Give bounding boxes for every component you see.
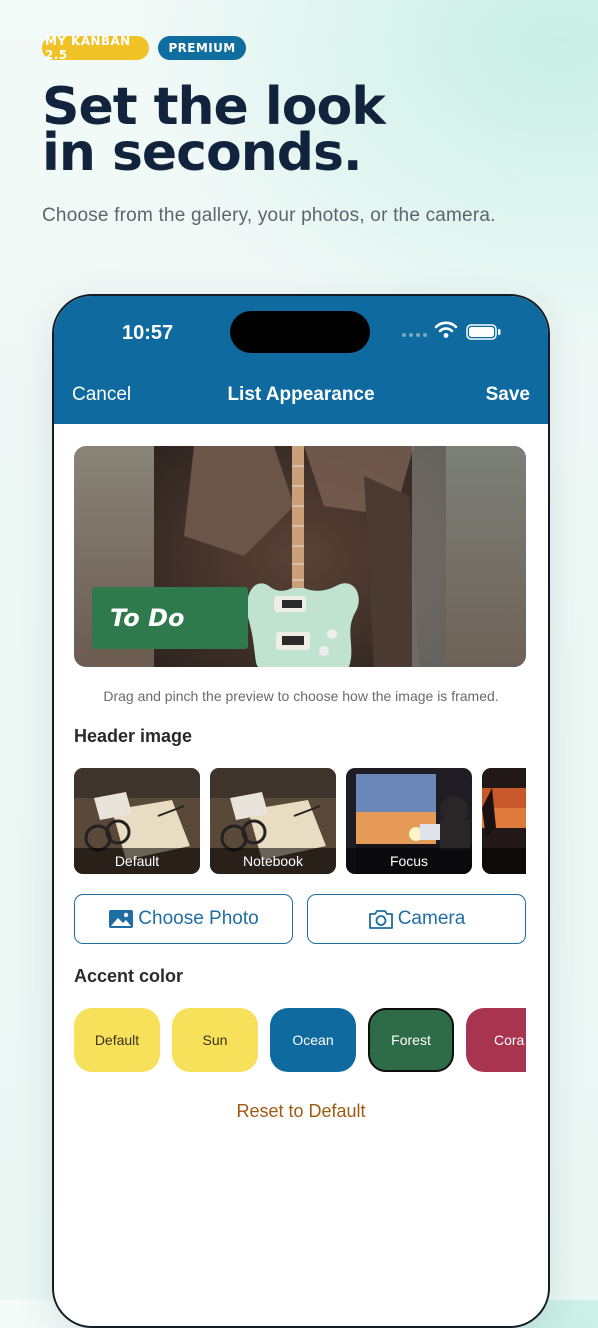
- header-image-option[interactable]: S: [482, 768, 526, 874]
- reset-to-default-button[interactable]: Reset to Default: [54, 1101, 548, 1122]
- accent-swatch[interactable]: Sun: [172, 1008, 258, 1072]
- accent-swatch-selected[interactable]: Forest: [368, 1008, 454, 1072]
- header-image-title: Header image: [74, 726, 193, 746]
- swatch-label: Default: [94, 1032, 140, 1048]
- preview-hint: Drag and pinch the preview to choose how…: [103, 688, 499, 704]
- version-badge: MY KANBAN 2.5: [42, 34, 149, 62]
- swatch-label: Sun: [202, 1032, 228, 1048]
- swatch-label: Ocean: [292, 1032, 334, 1048]
- wifi-icon: [434, 321, 458, 338]
- option-label: S: [482, 848, 526, 874]
- phone-frame: 10:57 Cancel List Appearance Save To Do …: [52, 294, 550, 1328]
- headline: Set the look in seconds.: [42, 77, 386, 183]
- navigation-bar: 10:57 Cancel List Appearance Save: [54, 296, 548, 424]
- header-image-option[interactable]: Focus: [346, 768, 472, 874]
- battery-icon: [466, 324, 501, 340]
- choose-photo-label: Choose Photo: [138, 908, 259, 929]
- dynamic-island: [230, 311, 370, 353]
- header-image-carousel[interactable]: Default Notebook Focus: [74, 768, 526, 874]
- badge-row: MY KANBAN 2.5 PREMIUM: [42, 34, 246, 62]
- option-label: Focus: [346, 848, 472, 874]
- option-label: Notebook: [210, 848, 336, 874]
- swatch-label: Forest: [391, 1032, 431, 1048]
- list-name-label: To Do: [92, 587, 248, 649]
- camera-label: Camera: [397, 908, 466, 929]
- status-time: 10:57: [122, 322, 174, 344]
- accent-color-picker[interactable]: Default Sun Ocean Forest Cora: [74, 1008, 526, 1074]
- option-label: Default: [74, 848, 200, 874]
- premium-badge: PREMIUM: [158, 36, 246, 60]
- save-button[interactable]: Save: [486, 384, 530, 406]
- subheadline: Choose from the gallery, your photos, or…: [42, 205, 496, 226]
- swatch-label: Cora: [494, 1032, 525, 1048]
- photo-icon: [109, 910, 134, 928]
- accent-color-title: Accent color: [74, 966, 184, 986]
- accent-swatch[interactable]: Ocean: [270, 1008, 356, 1072]
- camera-icon: [368, 910, 393, 929]
- accent-swatch[interactable]: Default: [74, 1008, 160, 1072]
- camera-button[interactable]: Camera: [307, 894, 526, 944]
- signal-icon: [402, 333, 427, 337]
- header-preview[interactable]: To Do: [74, 446, 526, 667]
- cancel-button[interactable]: Cancel: [72, 384, 131, 406]
- header-image-option[interactable]: Default: [74, 768, 200, 874]
- accent-swatch[interactable]: Cora: [466, 1008, 526, 1072]
- choose-photo-button[interactable]: Choose Photo: [74, 894, 293, 944]
- header-image-option[interactable]: Notebook: [210, 768, 336, 874]
